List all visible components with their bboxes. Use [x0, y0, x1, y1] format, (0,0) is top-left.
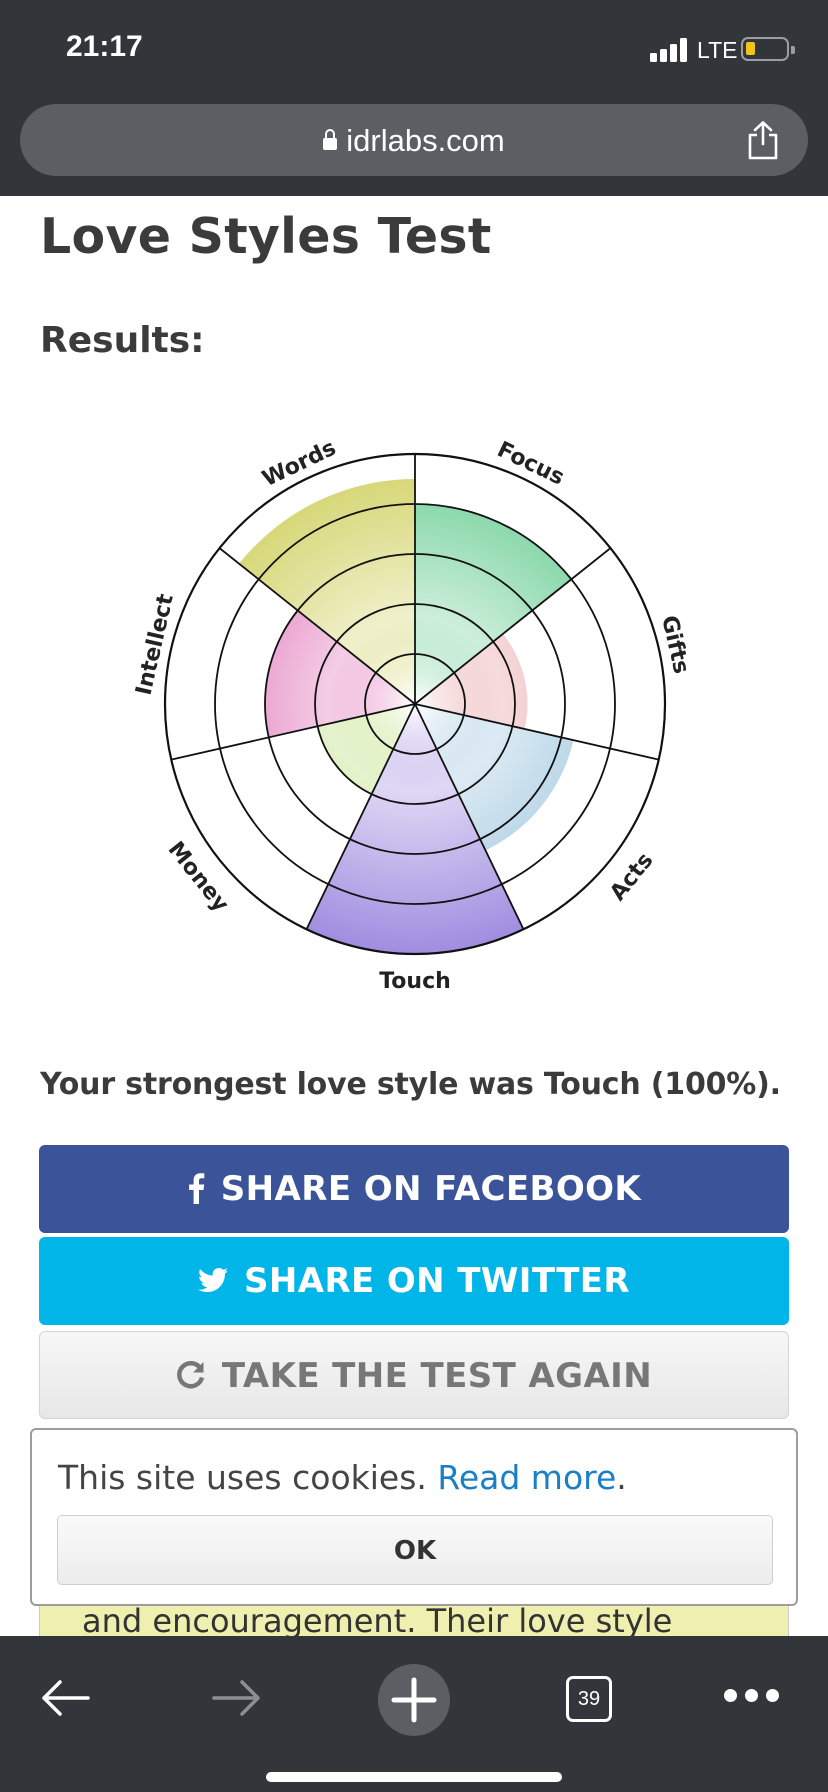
- home-indicator: [266, 1772, 562, 1782]
- lock-icon: [323, 129, 338, 152]
- more-menu-icon[interactable]: [724, 1689, 780, 1703]
- share-facebook-label: SHARE ON FACEBOOK: [220, 1169, 642, 1209]
- tabs-button[interactable]: 39: [566, 1676, 612, 1722]
- page-title: Love Styles Test: [40, 208, 492, 265]
- description-text: and encouragement. Their love style: [82, 1602, 673, 1636]
- take-test-again-button[interactable]: TAKE THE TEST AGAIN: [39, 1331, 789, 1419]
- browser-toolbar: 39: [0, 1636, 828, 1792]
- share-facebook-button[interactable]: SHARE ON FACEBOOK: [39, 1145, 789, 1233]
- chart-label-money: Money: [163, 837, 234, 917]
- refresh-icon: [177, 1360, 205, 1388]
- chart-label-words: Words: [259, 436, 340, 492]
- cookie-period: .: [616, 1458, 627, 1497]
- results-heading: Results:: [40, 320, 205, 361]
- cookie-text: This site uses cookies. Read more.: [58, 1458, 627, 1497]
- cookie-ok-button[interactable]: OK: [57, 1515, 773, 1585]
- chart-label-touch: Touch: [379, 969, 451, 994]
- share-twitter-button[interactable]: SHARE ON TWITTER: [39, 1237, 789, 1325]
- status-time: 21:17: [66, 30, 143, 63]
- result-summary: Your strongest love style was Touch (100…: [40, 1067, 781, 1102]
- back-arrow-icon[interactable]: [40, 1678, 90, 1718]
- new-tab-button[interactable]: [378, 1664, 450, 1736]
- take-test-again-label: TAKE THE TEST AGAIN: [221, 1356, 653, 1396]
- signal-icon: [650, 38, 690, 62]
- address-bar[interactable]: idrlabs.com: [20, 104, 808, 176]
- facebook-icon: [188, 1172, 205, 1204]
- status-bar: 21:17 LTE: [0, 0, 828, 90]
- battery-icon: [741, 37, 795, 61]
- url-text: idrlabs.com: [346, 123, 505, 158]
- share-twitter-label: SHARE ON TWITTER: [243, 1261, 630, 1301]
- browser-header: idrlabs.com: [0, 90, 828, 196]
- twitter-icon: [197, 1267, 228, 1292]
- read-more-link[interactable]: Read more: [437, 1458, 616, 1497]
- love-styles-chart: FocusGiftsActsTouchMoneyIntellectWords: [132, 436, 694, 994]
- forward-arrow-icon[interactable]: [212, 1678, 262, 1718]
- plus-icon: [391, 1677, 437, 1723]
- cookie-banner: This site uses cookies. Read more. OK: [30, 1428, 798, 1606]
- share-icon[interactable]: [746, 120, 780, 160]
- network-type: LTE: [697, 37, 738, 63]
- cookie-message: This site uses cookies.: [58, 1458, 438, 1497]
